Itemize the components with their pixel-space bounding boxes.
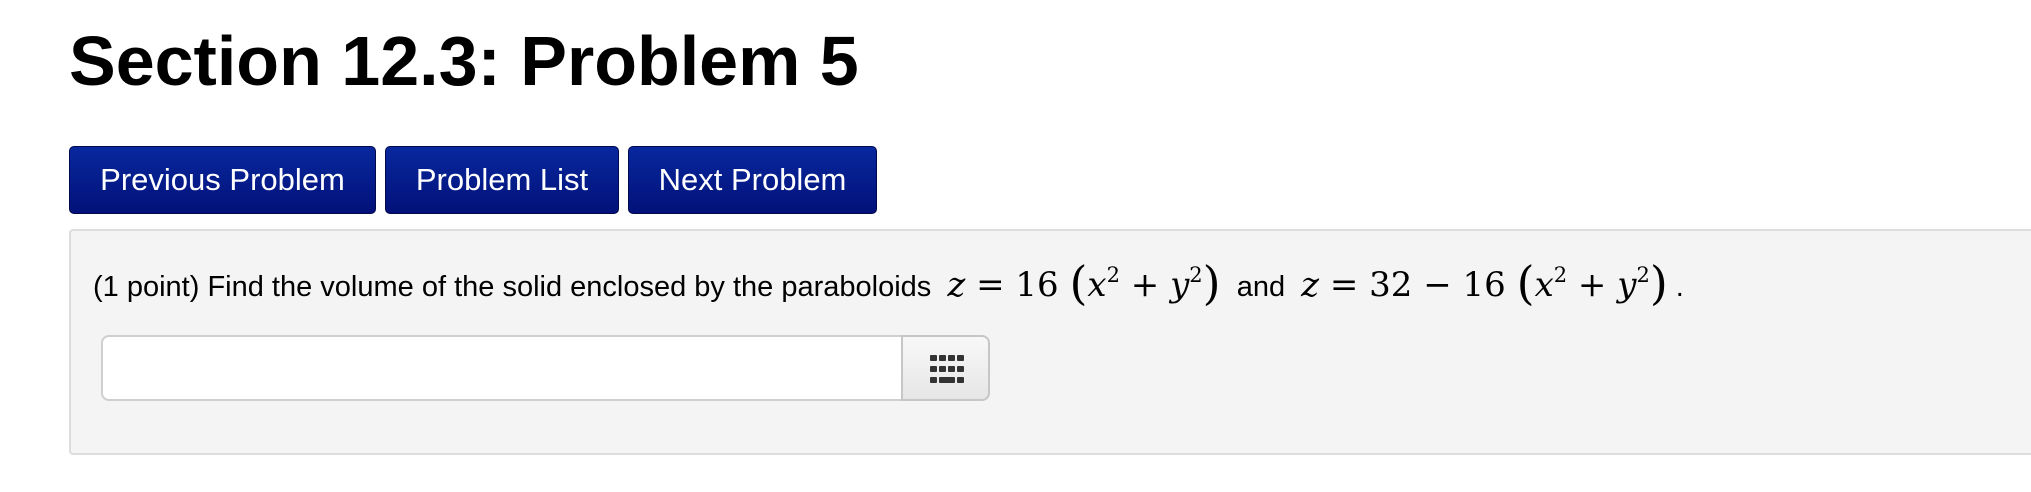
- equation-1: z = 16 (x2 + y2): [947, 256, 1221, 310]
- problem-list-button[interactable]: Problem List: [385, 146, 619, 214]
- next-problem-button[interactable]: Next Problem: [628, 146, 877, 214]
- keypad-grid-icon: [930, 355, 964, 383]
- answer-input[interactable]: [101, 335, 901, 401]
- equation-2: z = 32 − 16 (x2 + y2): [1301, 256, 1668, 310]
- problem-statement: (1 point) Find the volume of the solid e…: [93, 253, 1684, 313]
- page-title: Section 12.3: Problem 5: [69, 22, 859, 100]
- equation-editor-button[interactable]: [901, 335, 990, 401]
- problem-panel: (1 point) Find the volume of the solid e…: [69, 229, 2031, 455]
- problem-suffix: .: [1675, 271, 1684, 303]
- problem-prefix: (1 point) Find the volume of the solid e…: [93, 271, 932, 303]
- problem-connector: and: [1236, 271, 1286, 303]
- previous-problem-button[interactable]: Previous Problem: [69, 146, 376, 214]
